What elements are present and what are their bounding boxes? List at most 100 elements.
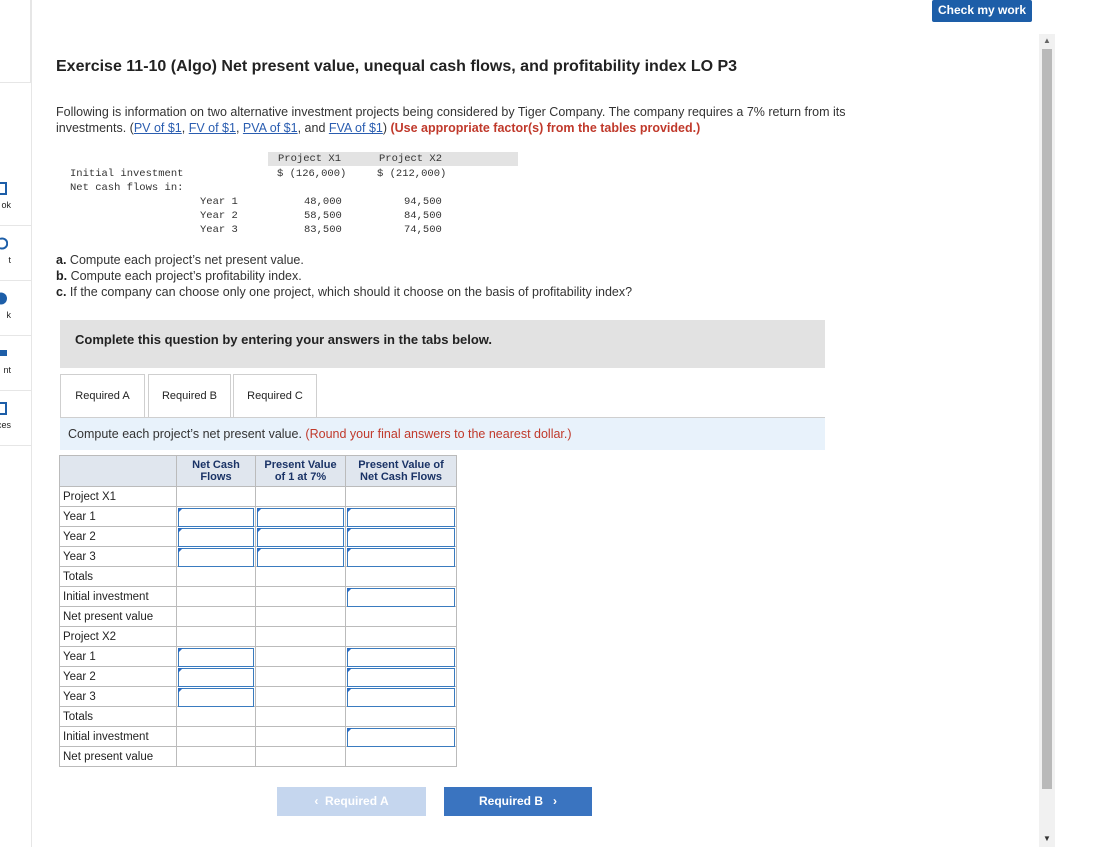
x1-year1-factor-input[interactable]: [257, 508, 344, 527]
question-c: c. If the company can choose only one pr…: [56, 284, 632, 300]
instructions-banner: Complete this question by entering your …: [60, 320, 825, 368]
year-x1: 83,500: [304, 224, 342, 236]
tab-required-a[interactable]: Required A: [60, 374, 145, 418]
prev-required-a-button[interactable]: ‹ Required A: [277, 787, 426, 816]
pva-link[interactable]: PVA of $1: [243, 121, 298, 135]
table-row: Project X2: [59, 626, 457, 647]
x1-year2-factor-input[interactable]: [257, 528, 344, 547]
input-marker-icon: [257, 508, 262, 513]
table-row: Year 2: [59, 666, 457, 687]
x2-total-cash-flow-cell[interactable]: [176, 706, 256, 727]
col-project-x2: Project X2: [379, 153, 443, 165]
x1-year2-cash-flow-input[interactable]: [178, 528, 254, 547]
x2-year2-pv-input[interactable]: [347, 668, 455, 687]
bookmark-icon: [0, 292, 7, 305]
empty-cell: [176, 606, 256, 627]
x2-year3-pv-input[interactable]: [347, 688, 455, 707]
sidebar-item-label: k: [6, 310, 12, 320]
empty-cell: [345, 626, 457, 647]
scroll-thumb[interactable]: [1042, 49, 1052, 789]
x1-npv-cell[interactable]: [345, 606, 457, 627]
x1-year3-factor-input[interactable]: [257, 548, 344, 567]
x1-total-cash-flow-cell[interactable]: [176, 566, 256, 587]
question-b: b. Compute each project’s profitability …: [56, 268, 632, 284]
x1-year1-pv-input[interactable]: [347, 508, 455, 527]
x1-year1-factor-cell: [255, 506, 346, 527]
empty-cell: [255, 646, 346, 667]
x1-initial-investment-input[interactable]: [347, 588, 455, 607]
x1-year3-cash-flow-input[interactable]: [178, 548, 254, 567]
next-required-b-button[interactable]: Required B ›: [444, 787, 592, 816]
factor-instruction: (Use appropriate factor(s) from the tabl…: [390, 121, 701, 135]
input-marker-icon: [257, 528, 262, 533]
x1-year3-pv-input[interactable]: [347, 548, 455, 567]
sidebar-item-hint[interactable]: t: [0, 225, 31, 281]
table-header-row: Net Cash Flows Present Value of 1 at 7% …: [59, 455, 457, 487]
npv-answer-table: Net Cash Flows Present Value of 1 at 7% …: [59, 455, 457, 767]
sidebar-item-label: nt: [3, 365, 11, 375]
row-label: Totals: [59, 706, 177, 727]
x1-year2-pv-cell: [345, 526, 457, 547]
empty-cell: [255, 706, 346, 727]
row-label: Project X1: [59, 486, 177, 507]
input-marker-icon: [347, 588, 352, 593]
x2-total-pv-cell[interactable]: [345, 706, 457, 727]
x2-year2-cash-flow-input[interactable]: [178, 668, 254, 687]
check-my-work-button[interactable]: Check my work: [932, 0, 1032, 22]
x1-total-pv-cell[interactable]: [345, 566, 457, 587]
header-net-cash-flows: Net Cash Flows: [176, 455, 256, 487]
x2-year1-cash-flow-input[interactable]: [178, 648, 254, 667]
input-marker-icon: [347, 548, 352, 553]
table-row: Initial investment: [59, 586, 457, 607]
table-row: Initial investment: [59, 726, 457, 747]
initial-x2: $ (212,000): [377, 168, 447, 180]
sidebar-item-ebook[interactable]: ok: [0, 170, 31, 226]
sidebar-item-ask[interactable]: k: [0, 280, 31, 336]
input-marker-icon: [347, 528, 352, 533]
table-row: Year 3: [59, 546, 457, 567]
sidebar-item-references[interactable]: nces: [0, 390, 31, 446]
x1-year1-cash-flow-input[interactable]: [178, 508, 254, 527]
x2-year3-cash-flow-cell: [176, 686, 256, 707]
sidebar-top: [0, 0, 31, 83]
year-label: Year 3: [200, 224, 238, 236]
input-marker-icon: [347, 668, 352, 673]
banner-text: Complete this question by entering your …: [75, 332, 493, 347]
empty-cell: [255, 726, 346, 747]
sidebar-item-label: nces: [0, 420, 11, 430]
initial-investment-label: Initial investment: [70, 168, 184, 180]
net-cash-flows-label: Net cash flows in:: [70, 182, 184, 194]
empty-cell: [255, 666, 346, 687]
x1-year2-pv-input[interactable]: [347, 528, 455, 547]
empty-cell: [255, 586, 346, 607]
question-a: a. Compute each project’s net present va…: [56, 252, 632, 268]
x1-year1-pv-cell: [345, 506, 457, 527]
x2-npv-cell[interactable]: [345, 746, 457, 767]
page-title: Exercise 11-10 (Algo) Net present value,…: [56, 58, 738, 75]
fv-link[interactable]: FV of $1: [189, 121, 236, 135]
input-marker-icon: [347, 508, 352, 513]
instruction-bar: Compute each project’s net present value…: [60, 418, 825, 450]
empty-cell: [176, 746, 256, 767]
tab-required-b[interactable]: Required B: [148, 374, 231, 418]
scrollbar[interactable]: ▲ ▼: [1039, 34, 1055, 847]
references-icon: [0, 402, 7, 415]
scroll-down-icon[interactable]: ▼: [1043, 834, 1051, 843]
link-separator: ,: [235, 121, 243, 135]
empty-cell: [255, 626, 346, 647]
x1-year3-factor-cell: [255, 546, 346, 567]
x2-year1-pv-input[interactable]: [347, 648, 455, 667]
empty-cell: [176, 586, 256, 607]
fva-link[interactable]: FVA of $1: [329, 121, 383, 135]
x2-year3-cash-flow-input[interactable]: [178, 688, 254, 707]
row-label: Initial investment: [59, 586, 177, 607]
sidebar-item-print[interactable]: nt: [0, 335, 31, 391]
table-row: Year 1: [59, 506, 457, 527]
chevron-right-icon: ›: [553, 794, 558, 808]
table-row: Year 1: [59, 646, 457, 667]
table-row: Net present value: [59, 606, 457, 627]
pv-link[interactable]: PV of $1: [134, 121, 182, 135]
tab-required-c[interactable]: Required C: [233, 374, 317, 418]
x2-initial-investment-input[interactable]: [347, 728, 455, 747]
scroll-up-icon[interactable]: ▲: [1043, 36, 1051, 45]
